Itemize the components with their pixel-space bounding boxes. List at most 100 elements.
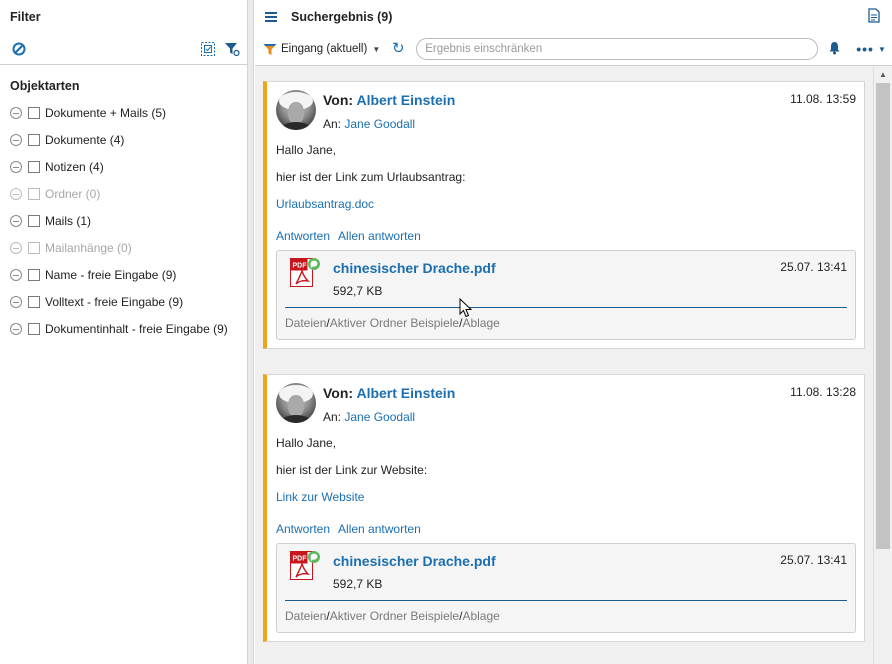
recipient-prefix: An: [323,410,342,424]
reply-link[interactable]: Antworten [276,229,330,243]
path-segment[interactable]: Aktiver Ordner Beispiele [330,316,459,330]
mail-header: Von: Albert Einstein An: Jane Goodall 11… [267,375,864,435]
object-type-checkbox[interactable] [28,322,40,335]
sender-prefix: Von: [323,385,354,401]
reply-link[interactable]: Antworten [276,522,330,536]
attachment-card[interactable]: PDF chinesischer Drache.pdf 592,7 KB 25.… [276,250,856,340]
recipient-prefix: An: [323,117,342,131]
recipient-link[interactable]: Jane Goodall [344,117,415,131]
object-type-label: Mailanhänge (0) [45,240,132,255]
mail-header: Von: Albert Einstein An: Jane Goodall 11… [267,82,864,142]
object-type-item[interactable]: Dokumentinhalt - freie Eingabe (9) [10,315,247,342]
attachment-name[interactable]: chinesischer Drache.pdf [333,553,496,569]
attachment-path: Dateien/Aktiver Ordner Beispiele/Ablage [285,609,500,623]
attachment-card[interactable]: PDF chinesischer Drache.pdf 592,7 KB 25.… [276,543,856,633]
object-type-label: Ordner (0) [45,186,101,201]
exclude-icon[interactable] [10,133,22,146]
scope-dropdown[interactable]: Eingang (aktuell) ▼ [263,43,380,56]
object-type-item[interactable]: Dokumente (4) [10,126,247,153]
object-type-item[interactable]: Notizen (4) [10,153,247,180]
object-type-checkbox[interactable] [28,187,40,200]
object-type-checkbox[interactable] [28,214,40,227]
exclude-icon[interactable] [10,268,22,281]
search-input[interactable] [416,38,819,60]
bell-icon[interactable] [828,41,842,58]
object-type-checkbox[interactable] [28,133,40,146]
attachment-name[interactable]: chinesischer Drache.pdf [333,260,496,276]
exclude-icon[interactable] [10,295,22,308]
chevron-down-icon: ▼ [372,44,381,54]
mail-text: hier ist der Link zum Urlaubsantrag: [276,170,466,184]
object-type-label: Dokumentinhalt - freie Eingabe (9) [45,321,228,336]
exclude-icon[interactable] [10,322,22,335]
funnel-settings-icon[interactable] [223,40,241,58]
object-type-checkbox[interactable] [28,295,40,308]
attachment-path: Dateien/Aktiver Ordner Beispiele/Ablage [285,316,500,330]
mail-text: hier ist der Link zur Website: [276,463,428,477]
avatar [276,90,316,130]
mail-greeting: Hallo Jane, [276,436,337,450]
object-type-label: Notizen (4) [45,159,104,174]
sender-line: Von: Albert Einstein [323,92,455,108]
document-icon[interactable] [868,7,880,26]
sender-link[interactable]: Albert Einstein [356,385,455,401]
reply-all-link[interactable]: Allen antworten [338,229,421,243]
object-type-checkbox[interactable] [28,241,40,254]
object-type-item[interactable]: Name - freie Eingabe (9) [10,261,247,288]
results-header: Suchergebnis (9) [255,0,892,33]
exclude-icon[interactable] [10,214,22,227]
mail-result-card[interactable]: Von: Albert Einstein An: Jane Goodall 11… [263,374,865,642]
filter-title: Filter [10,9,41,24]
path-segment[interactable]: Dateien [285,609,326,623]
exclude-icon[interactable] [10,106,22,119]
sender-link[interactable]: Albert Einstein [356,92,455,108]
menu-icon[interactable] [265,11,277,22]
results-title: Suchergebnis (9) [291,9,393,24]
reply-all-link[interactable]: Allen antworten [338,522,421,536]
path-segment[interactable]: Aktiver Ordner Beispiele [330,609,459,623]
path-segment[interactable]: Ablage [462,609,499,623]
more-menu-button[interactable]: ••• ▼ [856,41,887,57]
object-type-checkbox[interactable] [28,268,40,281]
exclude-icon[interactable] [10,241,22,254]
object-type-list: Dokumente + Mails (5) Dokumente (4) Noti… [0,99,247,342]
object-type-item[interactable]: Mails (1) [10,207,247,234]
exclude-icon[interactable] [10,187,22,200]
path-segment[interactable]: Dateien [285,316,326,330]
object-type-checkbox[interactable] [28,106,40,119]
mail-date: 11.08. 13:28 [790,385,856,399]
object-type-item[interactable]: Mailanhänge (0) [10,234,247,261]
object-type-label: Dokumente (4) [45,132,125,147]
refresh-icon[interactable]: ↻ [390,41,406,57]
mail-result-card[interactable]: Von: Albert Einstein An: Jane Goodall 11… [263,81,865,349]
recipient-link[interactable]: Jane Goodall [344,410,415,424]
svg-text:PDF: PDF [293,556,308,563]
more-icon: ••• [856,41,874,57]
results-pane: Suchergebnis (9) Eingang (aktuell) ▼ ↻ •… [255,0,892,664]
exclude-icon[interactable] [10,160,22,173]
select-all-icon[interactable] [199,40,217,58]
mail-actions: Antworten Allen antworten [267,223,864,248]
no-entry-icon[interactable] [10,40,28,58]
object-type-item[interactable]: Volltext - freie Eingabe (9) [10,288,247,315]
mail-link[interactable]: Urlaubsantrag.doc [267,196,864,223]
filter-pane: Filter Objektarten Dokumente + Mails (5)… [0,0,248,664]
recipient-line: An: Jane Goodall [323,117,415,131]
scroll-thumb[interactable] [876,83,890,549]
svg-text:PDF: PDF [293,263,308,270]
pdf-file-icon: PDF [290,551,320,580]
mail-link[interactable]: Link zur Website [267,489,864,516]
object-type-item[interactable]: Ordner (0) [10,180,247,207]
object-type-label: Name - freie Eingabe (9) [45,267,177,282]
scroll-up-arrow-icon[interactable]: ▲ [874,67,892,81]
result-list: Von: Albert Einstein An: Jane Goodall 11… [255,67,873,664]
object-type-item[interactable]: Dokumente + Mails (5) [10,99,247,126]
mail-greeting: Hallo Jane, [276,143,337,157]
path-segment[interactable]: Ablage [462,316,499,330]
pane-splitter[interactable] [248,0,254,664]
object-type-checkbox[interactable] [28,160,40,173]
vertical-scrollbar[interactable]: ▲ [873,67,892,664]
attachment-date: 25.07. 13:41 [780,260,847,274]
recipient-line: An: Jane Goodall [323,410,415,424]
object-types-heading: Objektarten [10,79,80,93]
